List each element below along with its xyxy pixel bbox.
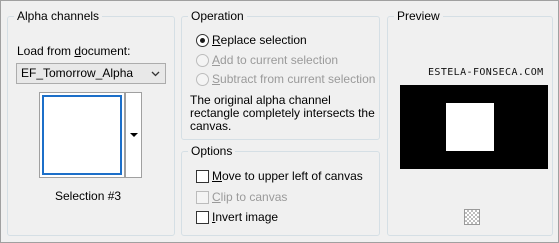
checkbox-clip-label[interactable]: Clip to canvas (212, 190, 287, 205)
selection-label: Selection #3 (55, 189, 122, 203)
chevron-down-icon (151, 71, 160, 77)
checkbox-clip-indicator[interactable] (196, 191, 209, 204)
load-selection-dialog: Alpha channels Load from document: EF_To… (0, 0, 559, 243)
selection-thumbnail-focus (42, 95, 122, 175)
operation-title: Operation (188, 9, 247, 24)
radio-replace-indicator[interactable] (196, 34, 209, 47)
checkbox-invert-label[interactable]: Invert image (212, 210, 278, 225)
watermark-text: ESTELA-FONSECA.COM (428, 67, 544, 78)
checkerboard-icon[interactable] (464, 209, 480, 225)
radio-add-indicator[interactable] (196, 54, 209, 67)
radio-subtract-label[interactable]: Subtract from current selection (212, 72, 375, 87)
preview-canvas (400, 85, 548, 169)
load-from-document-label: Load from document: (17, 44, 131, 58)
triangle-down-icon (130, 133, 138, 137)
selection-picker-button[interactable] (125, 92, 142, 178)
radio-subtract-indicator[interactable] (196, 73, 209, 86)
checkbox-move-label[interactable]: Move to upper left of canvas (212, 169, 363, 184)
selection-thumbnail[interactable] (39, 92, 125, 178)
document-dropdown[interactable]: EF_Tomorrow_Alpha (16, 63, 166, 84)
radio-replace-label[interactable]: Replace selection (212, 33, 307, 48)
document-dropdown-value: EF_Tomorrow_Alpha (21, 66, 134, 80)
checkbox-move-indicator[interactable] (196, 170, 209, 183)
checkbox-invert-indicator[interactable] (196, 211, 209, 224)
alpha-channels-title: Alpha channels (14, 9, 103, 24)
options-title: Options (188, 144, 236, 159)
preview-title: Preview (394, 9, 443, 24)
preview-selection-area (446, 103, 494, 151)
radio-add-label[interactable]: Add to current selection (212, 53, 338, 68)
operation-description: The original alpha channel rectangle com… (190, 93, 375, 133)
